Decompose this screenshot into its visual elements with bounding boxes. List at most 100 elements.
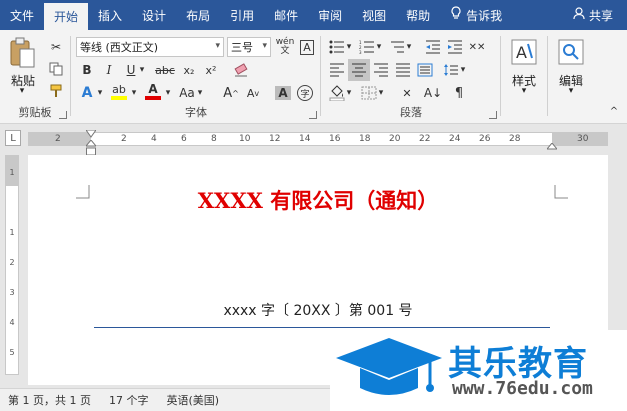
watermark: 其乐教育 www.76edu.com bbox=[330, 330, 627, 411]
chevron-down-icon[interactable]: ▾ bbox=[376, 82, 386, 104]
tell-me-search[interactable]: 告诉我 bbox=[440, 0, 512, 30]
lightbulb-icon bbox=[450, 6, 462, 24]
bold-icon[interactable]: B bbox=[76, 59, 98, 81]
paste-icon[interactable] bbox=[6, 36, 40, 70]
collapse-ribbon-icon[interactable]: ^ bbox=[603, 100, 625, 122]
chevron-down-icon[interactable]: ▾ bbox=[162, 82, 174, 104]
align-left-icon[interactable] bbox=[326, 59, 348, 81]
shrink-font-icon[interactable]: Av bbox=[242, 82, 264, 104]
group-divider bbox=[547, 36, 548, 116]
ruler-number: 26 bbox=[479, 134, 491, 144]
clear-formatting-icon[interactable] bbox=[230, 59, 252, 81]
paragraph-group: ▾ 123 ▾ ▾ ✕✕ ▾ ▾ ▾ ✕ A↓ ¶ 段落 bbox=[322, 32, 500, 122]
language-indicator[interactable]: 英语(美国) bbox=[166, 392, 219, 408]
word-count[interactable]: 17 个字 bbox=[109, 392, 149, 408]
ruler-number: 1 bbox=[9, 168, 15, 177]
ruler-number: 3 bbox=[9, 288, 15, 297]
share-button[interactable]: 共享 bbox=[563, 0, 627, 30]
decrease-indent-icon[interactable] bbox=[422, 36, 444, 58]
document-reference-number[interactable]: xxxx 字〔 20XX 〕第 001 号 bbox=[28, 300, 608, 320]
grow-font-icon[interactable]: A ^ bbox=[220, 82, 242, 104]
tab-view[interactable]: 视图 bbox=[352, 0, 396, 30]
superscript-icon[interactable]: x² bbox=[200, 59, 222, 81]
tab-layout[interactable]: 布局 bbox=[176, 0, 220, 30]
document-title[interactable]: XXXX 有限公司（通知） bbox=[28, 185, 608, 215]
chinese-layout-icon[interactable]: ✕ bbox=[396, 82, 418, 104]
chevron-down-icon: ▾ bbox=[262, 41, 267, 51]
ribbon-tab-bar: 文件 开始 插入 设计 布局 引用 邮件 审阅 视图 帮助 告诉我 共享 bbox=[0, 0, 627, 30]
ruler-number: 16 bbox=[329, 134, 341, 144]
ruler-number: 8 bbox=[211, 134, 217, 144]
right-indent-icon[interactable] bbox=[545, 140, 559, 154]
increase-indent-icon[interactable] bbox=[444, 36, 466, 58]
chevron-down-icon[interactable]: ▾ bbox=[344, 82, 354, 104]
clipboard-group: 粘贴 ▾ ✂ 剪贴板 bbox=[0, 32, 70, 122]
subscript-icon[interactable]: x₂ bbox=[178, 59, 200, 81]
chevron-down-icon[interactable]: ▾ bbox=[458, 59, 468, 81]
align-right-icon[interactable] bbox=[370, 59, 392, 81]
svg-text:3: 3 bbox=[359, 50, 362, 54]
font-color-icon[interactable]: A bbox=[142, 80, 164, 102]
font-group: 等线 (西文正文) ▾ 三号 ▾ wén 文 A B I U ▾ abc x₂ x… bbox=[72, 32, 320, 122]
first-line-indent-icon[interactable] bbox=[85, 127, 97, 141]
enclose-characters-icon[interactable]: 字 bbox=[294, 82, 316, 104]
paragraph-launcher-icon[interactable] bbox=[489, 111, 497, 119]
asian-layout-icon[interactable]: ✕✕ bbox=[466, 36, 488, 58]
tab-references[interactable]: 引用 bbox=[220, 0, 264, 30]
page-count[interactable]: 第 1 页，共 1 页 bbox=[8, 392, 91, 408]
tab-mailings[interactable]: 邮件 bbox=[264, 0, 308, 30]
tab-help[interactable]: 帮助 bbox=[396, 0, 440, 30]
ruler-number: 2 bbox=[55, 134, 61, 144]
phonetic-guide-icon[interactable]: wén 文 bbox=[274, 36, 296, 58]
ruler-number: 12 bbox=[269, 134, 281, 144]
ruler-number: 1 bbox=[9, 228, 15, 237]
chevron-down-icon[interactable]: ▾ bbox=[136, 59, 148, 81]
font-name-dropdown[interactable]: 等线 (西文正文) ▾ bbox=[76, 37, 224, 57]
tell-me-label: 告诉我 bbox=[466, 8, 503, 23]
ruler-number: 2 bbox=[121, 134, 127, 144]
chevron-down-icon[interactable]: ▾ bbox=[514, 86, 534, 96]
distributed-icon[interactable] bbox=[414, 59, 436, 81]
chevron-down-icon[interactable]: ▾ bbox=[374, 36, 384, 58]
tab-file[interactable]: 文件 bbox=[0, 0, 44, 30]
format-painter-icon[interactable] bbox=[45, 80, 67, 102]
show-marks-icon[interactable]: ¶ bbox=[448, 82, 470, 104]
ruler-number: 5 bbox=[9, 348, 15, 357]
clipboard-launcher-icon[interactable] bbox=[59, 111, 67, 119]
ruler-number: 30 bbox=[577, 134, 589, 144]
align-center-icon[interactable] bbox=[348, 59, 370, 81]
cut-icon[interactable]: ✂ bbox=[45, 36, 67, 58]
highlight-color-icon[interactable]: ab bbox=[108, 80, 130, 102]
chevron-down-icon[interactable]: ▾ bbox=[561, 86, 581, 96]
tab-design[interactable]: 设计 bbox=[132, 0, 176, 30]
horizontal-ruler[interactable]: 2 2 4 6 8 10 12 14 16 18 20 22 24 26 28 … bbox=[28, 132, 608, 146]
find-icon[interactable] bbox=[555, 36, 587, 68]
paste-dropdown-arrow-icon[interactable]: ▾ bbox=[12, 86, 32, 96]
chevron-down-icon[interactable]: ▾ bbox=[94, 82, 106, 104]
ruler-number: 24 bbox=[449, 134, 461, 144]
sort-icon[interactable]: A↓ bbox=[422, 82, 444, 104]
strikethrough-icon[interactable]: abc bbox=[152, 59, 178, 81]
tab-insert[interactable]: 插入 bbox=[88, 0, 132, 30]
font-launcher-icon[interactable] bbox=[309, 111, 317, 119]
italic-icon[interactable]: I bbox=[98, 59, 120, 81]
font-size-dropdown[interactable]: 三号 ▾ bbox=[227, 37, 271, 57]
tab-home[interactable]: 开始 bbox=[44, 3, 89, 30]
justify-icon[interactable] bbox=[392, 59, 414, 81]
vertical-ruler[interactable]: 1 1 2 3 4 5 bbox=[5, 155, 19, 375]
character-border-icon[interactable]: A bbox=[296, 36, 318, 58]
tab-review[interactable]: 审阅 bbox=[308, 0, 352, 30]
tab-selector-button[interactable]: L bbox=[5, 130, 21, 146]
character-shading-icon[interactable]: A bbox=[272, 82, 294, 104]
editing-group: 编辑 ▾ bbox=[549, 32, 593, 122]
copy-icon[interactable] bbox=[45, 58, 67, 80]
styles-gallery-icon[interactable]: A bbox=[508, 36, 540, 68]
ruler-number: 20 bbox=[389, 134, 401, 144]
chevron-down-icon[interactable]: ▾ bbox=[404, 36, 414, 58]
document-separator-line bbox=[94, 327, 550, 328]
chevron-down-icon[interactable]: ▾ bbox=[344, 36, 354, 58]
group-divider bbox=[70, 36, 71, 116]
ruler-number: 28 bbox=[509, 134, 521, 144]
chevron-down-icon[interactable]: ▾ bbox=[194, 82, 206, 104]
chevron-down-icon[interactable]: ▾ bbox=[128, 82, 140, 104]
